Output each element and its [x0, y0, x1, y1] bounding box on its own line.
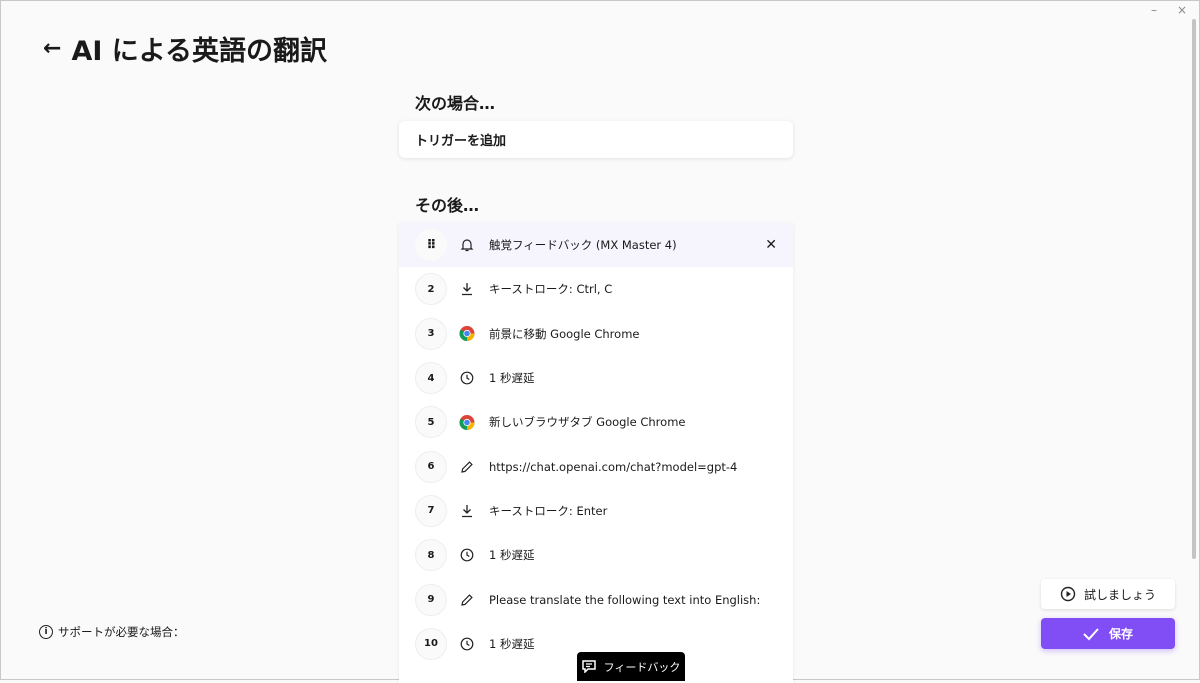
- step-number: 7: [415, 494, 447, 527]
- pencil-icon: [459, 459, 475, 475]
- scrollbar[interactable]: [1192, 19, 1196, 559]
- back-arrow-icon[interactable]: ←: [43, 36, 61, 61]
- step-label: 触覚フィードバック (MX Master 4): [489, 238, 677, 253]
- step-label: 1 秒遅延: [489, 371, 535, 386]
- clock-icon: [459, 636, 475, 652]
- window-controls: – ×: [1151, 3, 1187, 17]
- then-heading: その後…: [415, 196, 480, 215]
- remove-step-icon[interactable]: ✕: [765, 237, 777, 253]
- clock-icon: [459, 370, 475, 386]
- step-label: キーストローク: Enter: [489, 503, 608, 518]
- step-number: 3: [415, 317, 447, 350]
- support-label: サポートが必要な場合：: [58, 625, 185, 639]
- step-label: 1 秒遅延: [489, 636, 535, 651]
- action-row[interactable]: 4 1 秒遅延: [399, 356, 793, 400]
- drag-handle-icon[interactable]: ⠿: [415, 229, 447, 262]
- step-number: 8: [415, 539, 447, 572]
- action-row[interactable]: ⠿ 触覚フィードバック (MX Master 4) ✕: [399, 223, 793, 268]
- action-row[interactable]: 5 新しいブラウザタブ Google Chrome: [399, 400, 793, 444]
- play-icon: [1060, 586, 1076, 602]
- when-heading: 次の場合…: [415, 94, 496, 113]
- step-number: 10: [415, 627, 447, 660]
- step-number: 2: [415, 273, 447, 306]
- pencil-icon: [459, 592, 475, 608]
- step-label: 1 秒遅延: [489, 548, 535, 563]
- keystroke-icon: [459, 281, 475, 297]
- close-window-button[interactable]: ×: [1177, 3, 1187, 17]
- action-row[interactable]: 8 1 秒遅延: [399, 533, 793, 577]
- action-list: ⠿ 触覚フィードバック (MX Master 4) ✕ 2 キーストローク: Ctrl,…: [399, 223, 793, 683]
- action-row[interactable]: 2 キーストローク: Ctrl, C: [399, 267, 793, 311]
- add-trigger-label: トリガーを追加: [415, 134, 507, 149]
- action-row[interactable]: 3 前景に移動 Google Chrome: [399, 312, 793, 356]
- step-number: 6: [415, 450, 447, 483]
- page-header: ← AI による英語の翻訳: [43, 29, 327, 68]
- action-row[interactable]: 9 Please translate the following text int…: [399, 577, 793, 621]
- chrome-icon: [459, 326, 475, 342]
- page-title: AI による英語の翻訳: [71, 36, 327, 67]
- step-number: 9: [415, 583, 447, 616]
- action-row[interactable]: 7 キーストローク: Enter: [399, 489, 793, 533]
- save-label: 保存: [1108, 627, 1133, 641]
- action-row[interactable]: 6 https://chat.openai.com/chat?model=gpt-…: [399, 444, 793, 488]
- check-icon: [1083, 627, 1099, 640]
- save-button[interactable]: 保存: [1041, 618, 1175, 649]
- step-label: Please translate the following text into…: [489, 592, 761, 607]
- step-label: キーストローク: Ctrl, C: [489, 282, 613, 297]
- step-number: 4: [415, 362, 447, 395]
- step-label: 前景に移動 Google Chrome: [489, 326, 640, 341]
- keystroke-icon: [459, 503, 475, 519]
- bell-icon: [459, 237, 475, 253]
- step-number: 5: [415, 406, 447, 439]
- try-button[interactable]: 試しましょう: [1041, 579, 1175, 609]
- info-icon: i: [39, 625, 53, 639]
- support-link[interactable]: i サポートが必要な場合：: [39, 624, 185, 640]
- chrome-icon: [459, 414, 475, 430]
- add-trigger-button[interactable]: トリガーを追加: [399, 121, 793, 158]
- minimize-button[interactable]: –: [1151, 3, 1157, 17]
- feedback-label: フィードバック: [603, 660, 681, 674]
- try-label: 試しましょう: [1083, 587, 1156, 602]
- feedback-button[interactable]: フィードバック: [577, 652, 685, 681]
- feedback-icon: [581, 660, 596, 673]
- step-label: 新しいブラウザタブ Google Chrome: [489, 415, 686, 430]
- clock-icon: [459, 547, 475, 563]
- step-label: https://chat.openai.com/chat?model=gpt-4: [489, 459, 738, 474]
